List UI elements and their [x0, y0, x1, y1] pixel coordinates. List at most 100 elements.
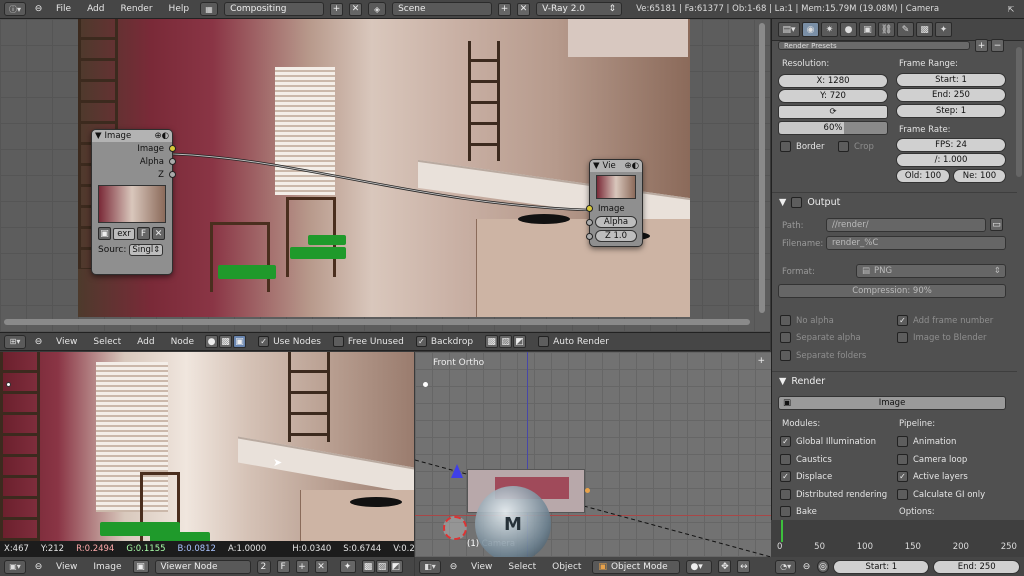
image-format-field[interactable]: exr [113, 227, 135, 240]
view3d-type-icon[interactable]: ◧▾ [419, 559, 441, 574]
unlink-image-button[interactable]: ✕ [314, 560, 328, 573]
3d-viewport[interactable]: Front Ortho (1) Camera M + [415, 352, 771, 557]
collapse-menu-icon[interactable]: ⊖ [32, 3, 45, 16]
scene-icon[interactable]: ◈ [368, 2, 387, 16]
resolution-x-field[interactable]: X: 1280 [778, 74, 888, 88]
module-bake[interactable]: Bake [780, 506, 817, 517]
viewer-node-header[interactable]: ▼ Vie ⊕◐ [590, 160, 642, 172]
compression-slider[interactable]: Compression: 90% [778, 284, 1006, 298]
z-value-field[interactable]: Z 1.0 [595, 230, 637, 242]
time-old-field[interactable]: Old: 100 [896, 169, 950, 183]
source-select[interactable]: Singl ⇕ [129, 244, 164, 256]
pipeline-camera-loop[interactable]: Camera loop [897, 454, 967, 465]
use-nodes-toggle[interactable]: ✓ Use Nodes [258, 336, 321, 347]
module-global-illumination[interactable]: ✓ Global Illumination [780, 436, 876, 447]
node-options-icon[interactable]: ⊕◐ [154, 131, 169, 141]
renderer-select[interactable]: V-Ray 2.0 ⇕ [536, 2, 623, 16]
data-tab-icon[interactable]: ▩ [916, 22, 933, 37]
fps-field[interactable]: FPS: 24 [896, 138, 1006, 152]
menu-node[interactable]: Node [166, 337, 200, 347]
material-tab-icon[interactable]: ✦ [935, 22, 952, 37]
render-section-header[interactable]: ▼ Render [772, 371, 1017, 391]
crop-toggle[interactable]: Crop [838, 141, 874, 152]
add-preset-button[interactable]: + [975, 39, 988, 52]
scene-tab-icon[interactable]: ✷ [821, 22, 838, 37]
properties-editor-icon[interactable]: ▤▾ [778, 22, 800, 37]
draw-rgba-icon[interactable]: ▩ [361, 560, 375, 573]
border-toggle[interactable]: Border [780, 141, 825, 152]
compositing-nodes-icon[interactable]: ▣ [233, 335, 247, 348]
menu-image[interactable]: Image [88, 562, 126, 572]
alpha-value-field[interactable]: Alpha [595, 216, 637, 228]
image-input-socket[interactable] [586, 205, 593, 212]
end-frame-field[interactable]: End: 250 [896, 88, 1006, 102]
menu-add[interactable]: Add [132, 337, 159, 347]
image-viewer[interactable]: ➤ [0, 352, 414, 557]
node-editor[interactable]: ▼ Image ⊕◐ Image Alpha Z ▣ exr F ✕ Sourc… [0, 19, 770, 332]
image-browse-icon[interactable]: ▣ [132, 560, 149, 573]
scene-field[interactable]: Scene [392, 2, 493, 16]
image-output-socket[interactable] [169, 145, 176, 152]
image-reload-icon[interactable]: ✕ [152, 227, 165, 240]
shader-nodes-icon[interactable]: ● [205, 335, 219, 348]
collapse-menu-icon[interactable]: ⊖ [447, 560, 460, 573]
remove-preset-button[interactable]: − [991, 39, 1004, 52]
vertical-scrollbar[interactable] [759, 23, 765, 313]
pin-icon[interactable]: ✦ [339, 560, 356, 573]
step-field[interactable]: Step: 1 [896, 104, 1006, 118]
menu-view[interactable]: View [466, 562, 497, 572]
object-tab-icon[interactable]: ▣ [859, 22, 876, 37]
output-section-header[interactable]: ▼ Output [772, 192, 1017, 212]
resolution-percent-slider[interactable]: 60% [778, 121, 888, 135]
image-node[interactable]: ▼ Image ⊕◐ Image Alpha Z ▣ exr F ✕ Sourc… [91, 129, 176, 275]
current-frame-marker[interactable] [781, 520, 783, 542]
image-name-field[interactable]: Viewer Node [154, 559, 251, 574]
module-caustics[interactable]: Caustics [780, 454, 832, 465]
viewer-node[interactable]: ▼ Vie ⊕◐ Image Alpha Z 1.0 [586, 159, 643, 247]
constraints-tab-icon[interactable]: ⛓ [878, 22, 895, 37]
timeline-type-icon[interactable]: ◔▾ [775, 559, 797, 574]
start-frame-field[interactable]: Start: 1 [896, 73, 1006, 87]
timeline[interactable]: 0 50 100 150 200 250 [771, 520, 1024, 557]
folder-browse-icon[interactable]: ▭ [990, 218, 1003, 231]
image-node-header[interactable]: ▼ Image ⊕◐ [92, 130, 172, 142]
render-presets-select[interactable]: Render Presets [778, 41, 970, 50]
render-image-button[interactable]: ▣ Image [778, 396, 1006, 410]
pipeline-active-layers[interactable]: ✓ Active layers [897, 471, 968, 482]
output-path-field[interactable]: //render/ [826, 218, 986, 232]
world-tab-icon[interactable]: ● [840, 22, 857, 37]
draw-z-icon[interactable]: ◩ [389, 560, 403, 573]
resolution-y-field[interactable]: Y: 720 [778, 89, 888, 103]
menu-select[interactable]: Select [88, 337, 126, 347]
pivot-icon[interactable]: ✥ [718, 560, 732, 573]
menu-view[interactable]: View [51, 562, 82, 572]
draw-alpha-icon[interactable]: ▨ [375, 560, 389, 573]
auto-render-toggle[interactable]: Auto Render [538, 336, 609, 347]
fake-user-button[interactable]: F [137, 227, 150, 240]
pipeline-animation[interactable]: Animation [897, 436, 956, 447]
render-tab-icon[interactable]: ◉ [802, 22, 819, 37]
no-alpha-toggle[interactable]: No alpha [780, 315, 834, 326]
remove-screen-button[interactable]: ✕ [349, 2, 363, 16]
new-image-button[interactable]: + [295, 560, 309, 573]
add-screen-button[interactable]: + [330, 2, 344, 16]
collapse-menu-icon[interactable]: ⊖ [32, 335, 45, 348]
menu-object[interactable]: Object [547, 562, 586, 572]
menu-select[interactable]: Select [503, 562, 541, 572]
collapse-menu-icon[interactable]: ⊖ [800, 560, 812, 573]
screen-layout-icon[interactable]: ▦ [200, 2, 219, 16]
manipulator-icon[interactable]: ↔ [737, 560, 751, 573]
node-editor-type-icon[interactable]: ⊞▾ [4, 334, 26, 349]
fps-base-field[interactable]: /: 1.000 [896, 153, 1006, 167]
collapse-icon[interactable]: ▼ [593, 161, 600, 171]
backdrop-rgb-icon[interactable]: ▩ [485, 335, 499, 348]
screen-layout-field[interactable]: Compositing [224, 2, 325, 16]
time-new-field[interactable]: Ne: 100 [953, 169, 1006, 183]
menu-view[interactable]: View [51, 337, 82, 347]
separate-folders-toggle[interactable]: Separate folders [780, 350, 866, 361]
add-frame-number-toggle[interactable]: ✓ Add frame number [897, 315, 993, 326]
modifiers-tab-icon[interactable]: ✎ [897, 22, 914, 37]
z-output-socket[interactable] [169, 171, 176, 178]
timeline-end-field[interactable]: End: 250 [933, 559, 1020, 574]
fake-user-button[interactable]: F [276, 560, 290, 573]
